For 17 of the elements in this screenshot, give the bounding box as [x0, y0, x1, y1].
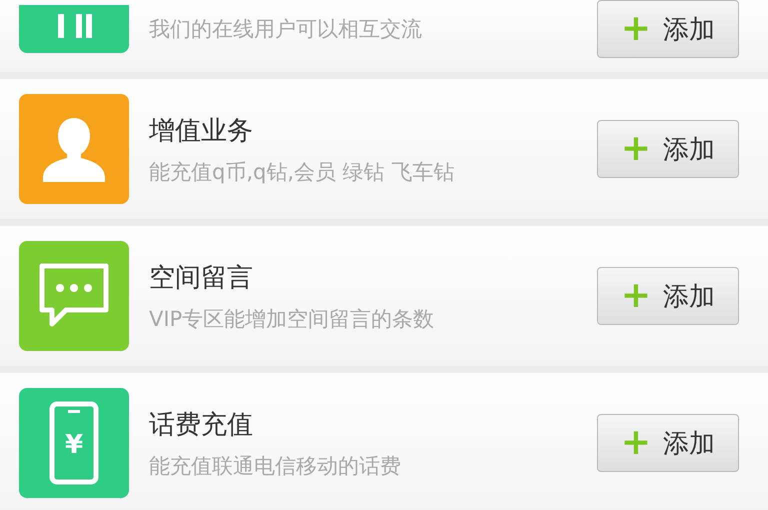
add-button[interactable]: + 添加 [597, 267, 739, 325]
plus-icon: + [620, 131, 652, 167]
phone-icon [49, 401, 99, 485]
service-title: 增值业务 [149, 114, 254, 148]
plus-icon: + [620, 425, 652, 461]
service-description: VIP专区能增加空间留言的条数 [149, 306, 436, 332]
service-title: 空间留言 [149, 262, 254, 294]
service-description: 能充值q币,q钻,会员 绿钻 飞车钻 [149, 158, 456, 186]
service-title: 话费充值 [149, 408, 254, 442]
plus-icon: + [620, 278, 652, 314]
add-button[interactable]: + 添加 [597, 414, 739, 472]
plus-icon: + [620, 11, 652, 47]
service-description: 我们的在线用户可以相互交流 [149, 16, 423, 43]
add-button[interactable]: + 添加 [597, 120, 739, 178]
add-button[interactable]: + 添加 [597, 0, 739, 58]
yen-sign: ¥ [64, 430, 84, 460]
service-description: 能充值联通电信移动的话费 [149, 452, 402, 480]
